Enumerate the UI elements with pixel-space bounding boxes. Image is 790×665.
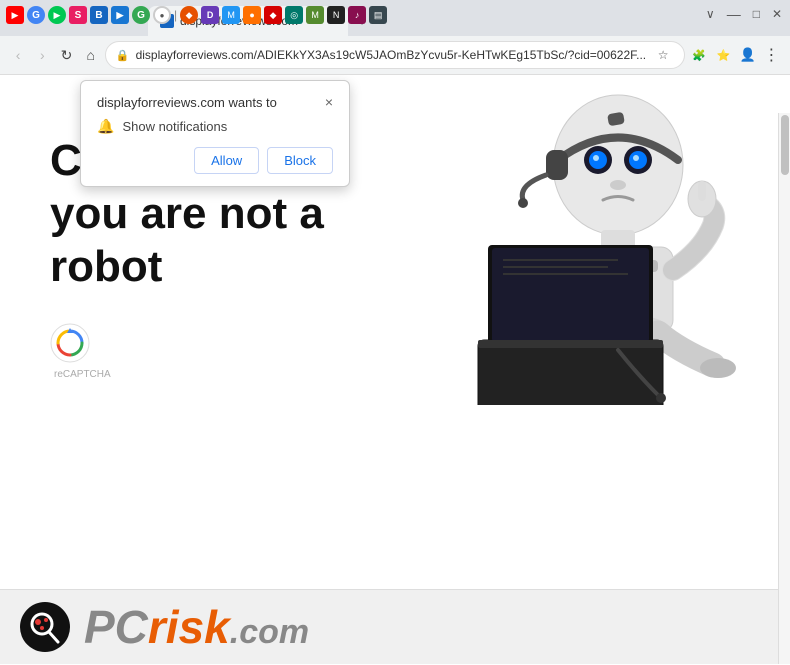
browser-icon-g[interactable]: G (27, 6, 45, 24)
browser-icon-youtube[interactable]: ▶ (6, 6, 24, 24)
extensions-button[interactable]: 🧩 (689, 41, 709, 69)
popup-title: displayforreviews.com wants to (97, 95, 277, 110)
browser-icon-d[interactable]: D (201, 6, 219, 24)
browser-icon-ext[interactable]: ▤ (369, 6, 387, 24)
browser-icon-circle1[interactable]: ◆ (180, 6, 198, 24)
browser-icon-black[interactable]: N (327, 6, 345, 24)
recaptcha-label: reCAPTCHA (54, 369, 111, 380)
browser-icon-play[interactable]: ▶ (48, 6, 66, 24)
lock-icon: 🔒 (116, 49, 130, 62)
browser-icon-b[interactable]: B (90, 6, 108, 24)
maximize-button[interactable]: □ (753, 7, 760, 21)
home-button[interactable]: ⌂ (81, 41, 101, 69)
browser-icon-red2[interactable]: ◆ (264, 6, 282, 24)
pcrisk-logo-icon (20, 602, 70, 652)
scrollbar-track (778, 113, 790, 664)
browser-icon-active[interactable]: ● (153, 6, 171, 24)
browser-icon-g2[interactable]: G (132, 6, 150, 24)
bookmark-star-icon[interactable]: ☆ (652, 44, 674, 66)
recaptcha-logo-icon (50, 323, 90, 363)
browser-icon-s[interactable]: S (69, 6, 87, 24)
close-button[interactable]: ✕ (772, 7, 782, 21)
block-button[interactable]: Block (267, 147, 333, 174)
robot-illustration (418, 85, 758, 405)
browser-icon-music[interactable]: ♪ (348, 6, 366, 24)
address-bar[interactable]: 🔒 displayforreviews.com/ADIEKkYX3As19cW5… (105, 41, 685, 69)
browser-icon-green2[interactable]: M (306, 6, 324, 24)
profile-button[interactable]: 👤 (738, 41, 758, 69)
browser-icon-m[interactable]: M (222, 6, 240, 24)
reload-button[interactable]: ↻ (56, 41, 76, 69)
browser-icon-teal[interactable]: ◎ (285, 6, 303, 24)
forward-button[interactable]: › (32, 41, 52, 69)
browser-icon-p[interactable]: ▶ (111, 6, 129, 24)
bell-icon: 🔔 (97, 118, 114, 135)
menu-button[interactable]: ⋮ (762, 41, 782, 69)
bookmark-button[interactable]: ⭐ (713, 41, 733, 69)
permission-label: Show notifications (122, 119, 227, 134)
popup-close-icon[interactable]: × (325, 95, 333, 109)
minimize-button[interactable]: — (727, 6, 741, 22)
back-button[interactable]: ‹ (8, 41, 28, 69)
url-text: displayforreviews.com/ADIEKkYX3As19cW5JA… (136, 48, 647, 62)
notification-permission-popup: displayforreviews.com wants to × 🔔 Show … (80, 80, 350, 187)
allow-button[interactable]: Allow (194, 147, 259, 174)
chevron-down-icon[interactable]: ∨ (706, 7, 715, 21)
scrollbar-thumb[interactable] (781, 115, 789, 175)
browser-icon-orange[interactable]: ● (243, 6, 261, 24)
pcrisk-brand-text: PC risk .com (84, 600, 309, 654)
pcrisk-footer: PC risk .com (0, 589, 778, 664)
